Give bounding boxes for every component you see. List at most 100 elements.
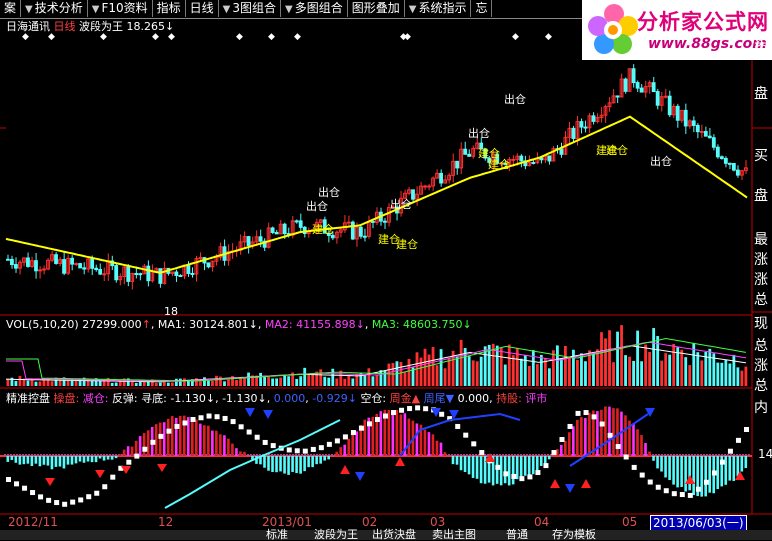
volume-bar [624, 355, 627, 386]
stock-chart[interactable]: ◆◆◆◆◆◆◆◆◆◆◆◆◆◆ [0, 0, 772, 540]
toolbar-button-2[interactable]: ▼F10资料 [88, 0, 153, 17]
volume-bar [167, 383, 170, 386]
histogram-bar [636, 429, 639, 456]
volume-bar [460, 340, 463, 386]
histogram-bar [536, 456, 539, 471]
volume-bar [363, 375, 366, 386]
buy-triangle [395, 457, 405, 466]
oscillator-square [142, 447, 147, 452]
toolbar-button-3[interactable]: 指标 [153, 0, 186, 17]
candle-body [247, 237, 250, 246]
toolbar-button-5[interactable]: ▼3图组合 [219, 0, 281, 17]
oscillator-square [728, 449, 733, 454]
candle-body [640, 88, 643, 92]
histogram-bar [139, 436, 142, 456]
oscillator-square [648, 480, 653, 485]
toolbar-button-4[interactable]: 日线 [186, 0, 219, 17]
histogram-bar [215, 431, 218, 456]
histogram-bar [452, 456, 455, 464]
candle-body [580, 122, 583, 127]
histogram-bar [668, 456, 671, 480]
histogram-bar [496, 456, 499, 484]
toolbar-button-0[interactable]: 案 [0, 0, 21, 17]
toolbar-button-6[interactable]: ▼多图组合 [281, 0, 348, 17]
volume-bar [568, 356, 571, 386]
histogram-bar [75, 456, 78, 463]
volume-bar [688, 365, 691, 386]
oscillator-square [199, 415, 204, 420]
toolbar-button-7[interactable]: 图形叠加 [348, 0, 405, 17]
volume-bar [183, 378, 186, 386]
volume-bar [331, 369, 334, 386]
oscillator-square [255, 435, 260, 440]
volume-bar [67, 380, 70, 386]
oscillator-square [495, 465, 500, 470]
histogram-bar [564, 441, 567, 456]
candle-body [512, 159, 515, 160]
status-tab[interactable]: 卖出主图 [432, 529, 476, 540]
oscillator-square [303, 449, 308, 454]
histogram-bar [468, 456, 471, 474]
status-tab[interactable]: 出货決盘 [372, 529, 416, 540]
oscillator-square [46, 498, 51, 503]
toolbar-button-9[interactable]: 忘 [471, 0, 492, 17]
candle-body [732, 164, 735, 171]
volume-bar [239, 378, 242, 386]
status-tab[interactable]: 存为模板 [552, 529, 596, 540]
histogram-bar [63, 456, 66, 468]
right-panel-label: 总 [754, 338, 768, 354]
volume-bar [275, 378, 278, 386]
candle-body [708, 136, 711, 138]
candle-body [592, 116, 595, 122]
volume-bar [532, 350, 535, 386]
toolbar-button-8[interactable]: ▼系统指示 [405, 0, 472, 17]
histogram-bar [436, 441, 439, 456]
histogram-bar [99, 456, 102, 459]
volume-bar [632, 361, 635, 386]
time-axis-label: 12 [158, 515, 173, 529]
oscillator-square [367, 421, 372, 426]
volume-bar [696, 352, 699, 386]
oscillator-square [656, 485, 661, 490]
oscillator-square [455, 424, 460, 429]
oscillator-square [70, 500, 75, 505]
histogram-bar [604, 406, 607, 456]
buy-arrow [157, 464, 167, 472]
oscillator-square [335, 438, 340, 443]
ma3-label: MA3: [372, 318, 400, 331]
volume-bar [596, 349, 599, 386]
candle-body [75, 264, 78, 265]
volume-bar [708, 349, 711, 386]
oscillator-square [102, 484, 107, 489]
volume-bar [267, 377, 270, 386]
status-tab[interactable]: 普通 [506, 529, 528, 540]
buy-arrow [45, 478, 55, 486]
volume-bar [179, 379, 182, 386]
ma2-value: 41155.898 [296, 318, 356, 331]
volume-header: VOL(5,10,20) 27299.000↑, MA1: 30124.801↓… [6, 318, 472, 331]
candle-body [79, 264, 82, 268]
volume-bar [371, 376, 374, 386]
histogram-bar [71, 456, 74, 465]
status-tab[interactable]: 波段为王 [314, 529, 358, 540]
volume-bar [39, 381, 42, 386]
candle-body [135, 274, 138, 275]
toolbar-button-label: 忘 [475, 1, 487, 15]
oscillator-square [608, 433, 613, 438]
candle-body [259, 237, 262, 241]
toolbar-button-1[interactable]: ▼技术分析 [21, 0, 88, 17]
volume-bar [380, 370, 383, 386]
histogram-bar [291, 456, 294, 472]
histogram-bar [7, 456, 10, 462]
histogram-bar [107, 456, 110, 460]
oscillator-square [688, 493, 693, 498]
histogram-bar [560, 445, 563, 456]
histogram-bar [231, 444, 234, 456]
status-tab[interactable]: 标准 [266, 529, 288, 540]
volume-bar [644, 345, 647, 386]
time-axis-label: 03 [430, 515, 445, 529]
volume-bar [668, 355, 671, 386]
histogram-bar [476, 456, 479, 479]
oscillator-square [672, 491, 677, 496]
histogram-bar [480, 456, 483, 483]
